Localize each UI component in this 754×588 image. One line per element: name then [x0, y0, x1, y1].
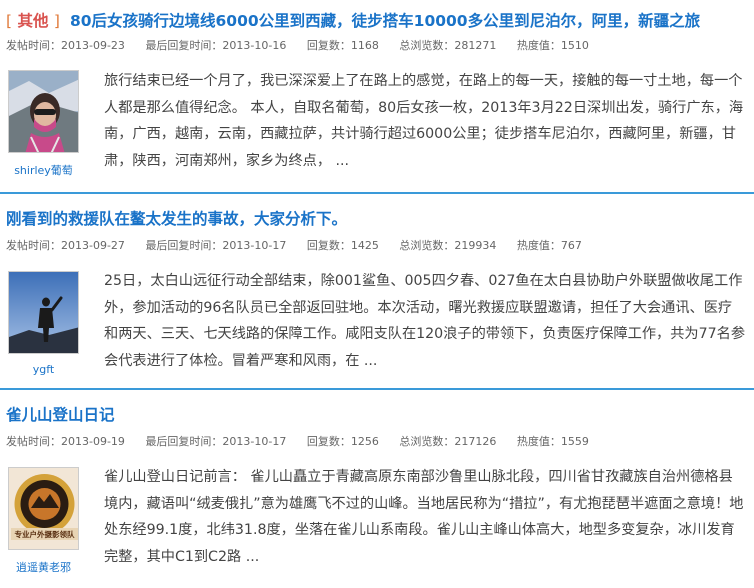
hot-value: 热度值：767 [516, 239, 582, 252]
author-box: 专业户外摄影领队 逍遥黄老邪 [8, 467, 79, 575]
post-time: 发帖时间：2013-09-19 [6, 435, 125, 448]
post-time: 发帖时间：2013-09-27 [6, 239, 125, 252]
post-time: 发帖时间：2013-09-23 [6, 39, 125, 52]
view-count: 总浏览数：281271 [399, 39, 497, 52]
reply-count: 回复数：1168 [306, 39, 379, 52]
post-title-row: 雀儿山登山日记 [6, 404, 115, 426]
avatar-watermark-text: 专业户外摄影领队 [15, 529, 75, 539]
post-title-link[interactable]: 雀儿山登山日记 [6, 406, 115, 424]
post-divider [0, 388, 754, 390]
view-count: 总浏览数：217126 [399, 435, 497, 448]
reply-count: 回复数：1256 [306, 435, 379, 448]
post-excerpt: 25日，太白山远征行动全部结束，除001鲨鱼、005四夕春、027鱼在太白县协助… [104, 273, 746, 369]
post-title-row: 刚看到的救援队在鳌太发生的事故，大家分析下。 [6, 208, 347, 230]
post-title-link[interactable]: 80后女孩骑行边境线6000公里到西藏，徒步搭车10000多公里到尼泊尔，阿里，… [70, 12, 700, 30]
avatar[interactable] [8, 70, 79, 153]
post-meta: 发帖时间：2013-09-27 最后回复时间：2013-10-17 回复数：14… [6, 239, 599, 253]
author-box: shirley葡萄 [8, 70, 79, 178]
hot-value: 热度值：1559 [516, 435, 589, 448]
author-name[interactable]: ygft [8, 363, 79, 376]
avatar[interactable]: 专业户外摄影领队 [8, 467, 79, 550]
post-meta: 发帖时间：2013-09-23 最后回复时间：2013-10-16 回复数：11… [6, 39, 606, 53]
category-tag[interactable]: [ 其他 ] [6, 12, 60, 30]
avatar[interactable] [8, 271, 79, 354]
reply-count: 回复数：1425 [306, 239, 379, 252]
post-excerpt: 雀儿山登山日记前言： 雀儿山矗立于青藏高原东南部沙鲁里山脉北段，四川省甘孜藏族自… [104, 469, 744, 565]
post-title-link[interactable]: 刚看到的救援队在鳌太发生的事故，大家分析下。 [6, 210, 347, 228]
last-reply-time: 最后回复时间：2013-10-17 [145, 239, 287, 252]
post-title-row: [ 其他 ] 80后女孩骑行边境线6000公里到西藏，徒步搭车10000多公里到尼… [6, 10, 700, 32]
author-name[interactable]: shirley葡萄 [8, 162, 79, 178]
post-excerpt: 旅行结束已经一个月了，我已深深爱上了在路上的感觉，在路上的每一天，接触的每一寸土… [104, 73, 744, 169]
post-meta: 发帖时间：2013-09-19 最后回复时间：2013-10-17 回复数：12… [6, 435, 606, 449]
hot-value: 热度值：1510 [516, 39, 589, 52]
view-count: 总浏览数：219934 [399, 239, 497, 252]
last-reply-time: 最后回复时间：2013-10-17 [145, 435, 287, 448]
author-box: ygft [8, 271, 79, 376]
last-reply-time: 最后回复时间：2013-10-16 [145, 39, 287, 52]
post-divider [0, 192, 754, 194]
author-name[interactable]: 逍遥黄老邪 [8, 559, 79, 575]
